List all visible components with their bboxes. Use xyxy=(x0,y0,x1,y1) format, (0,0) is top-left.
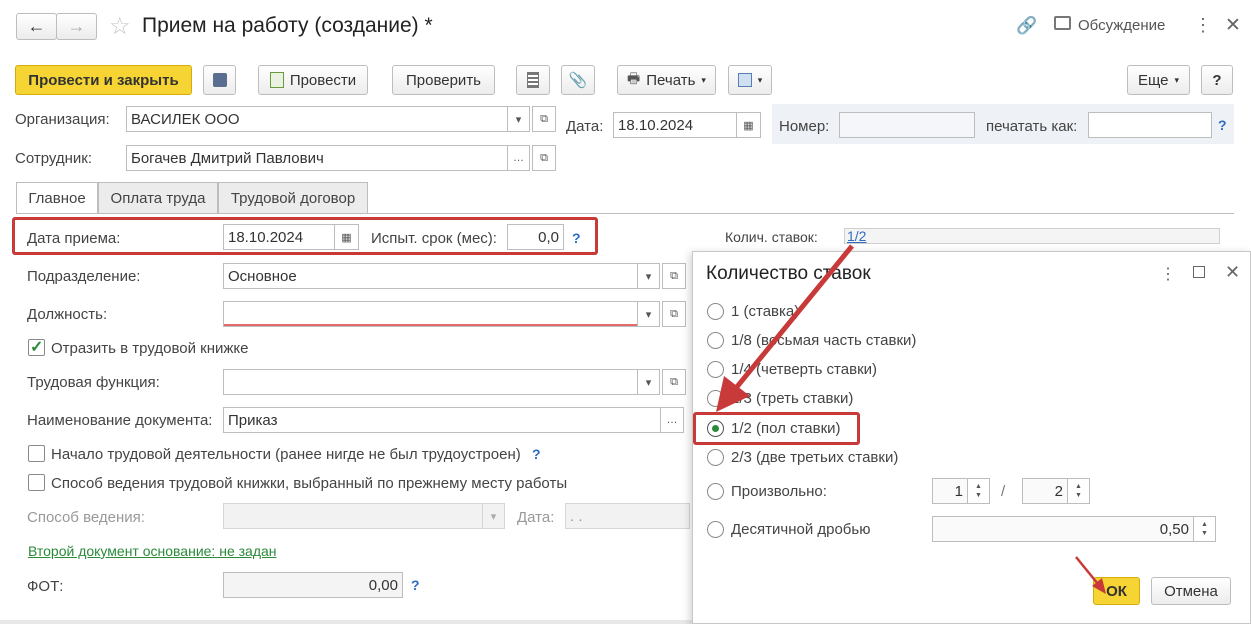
annotation-arrows xyxy=(716,244,1106,594)
